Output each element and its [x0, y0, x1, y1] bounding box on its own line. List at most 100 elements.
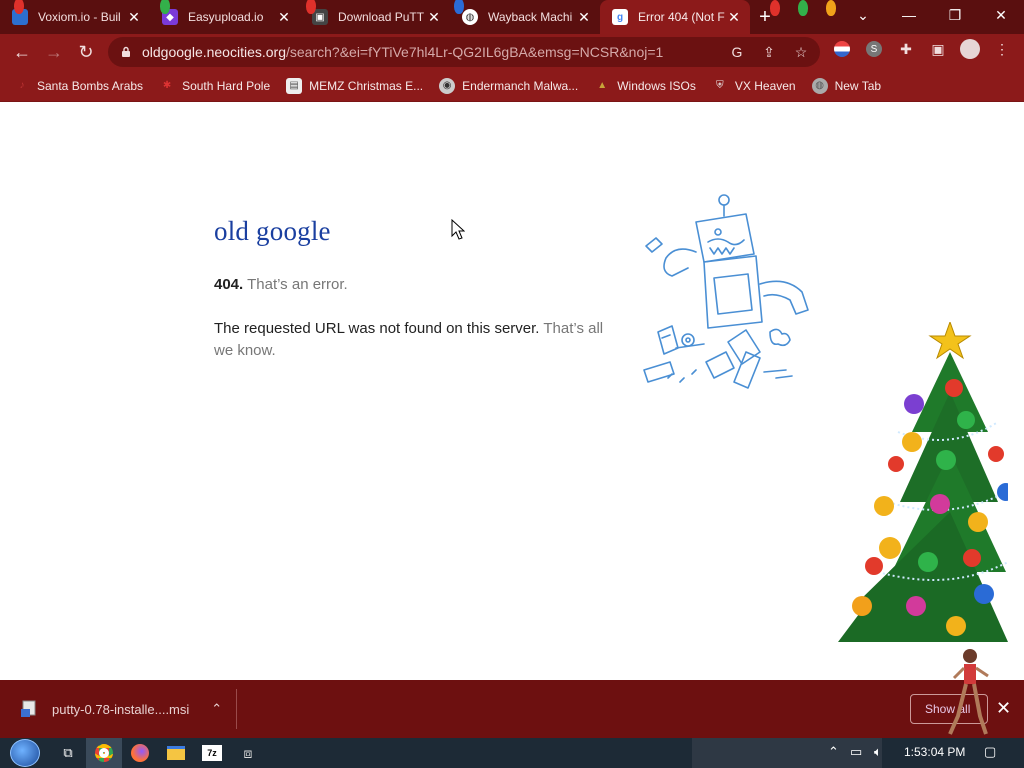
light-bulb-icon	[306, 0, 316, 14]
bookmark-label: MEMZ Christmas E...	[309, 78, 424, 93]
7zip-icon: 7z	[202, 745, 222, 761]
lock-icon	[122, 46, 130, 57]
page-content: old google 404. That’s an error. The req…	[0, 102, 1024, 680]
extension-flag-icon[interactable]	[828, 35, 856, 63]
bookmark-vx-heaven[interactable]: ⛨ VX Heaven	[712, 78, 796, 94]
bookmark-label: South Hard Pole	[182, 78, 271, 93]
volume-icon[interactable]: 🔈︎	[874, 744, 882, 760]
chevron-up-icon[interactable]: ⌃	[211, 701, 222, 717]
tab-search-chevron-icon[interactable]: ⌄	[840, 0, 886, 30]
folder-icon	[167, 746, 185, 760]
address-bar[interactable]: oldgoogle.neocities.org/search?&ei=fYTiV…	[108, 37, 820, 67]
screen: Voxiom.io - Buil ✕ ◆ Easyupload.io ✕ ▣ D…	[0, 0, 1024, 768]
tab-wayback[interactable]: ◍ Wayback Machi ✕	[450, 0, 600, 34]
google-favicon-icon: g	[612, 9, 628, 25]
url-host: oldgoogle.neocities.org	[142, 44, 286, 60]
close-window-button[interactable]: ✕	[978, 0, 1024, 30]
side-panel-icon[interactable]: ▣	[924, 35, 952, 63]
reload-icon[interactable]: ↻	[70, 36, 102, 68]
action-center-icon[interactable]: ▢	[984, 744, 996, 760]
bookmark-endermanch[interactable]: ◉ Endermanch Malwa...	[439, 77, 578, 94]
close-tab-icon[interactable]: ✕	[426, 9, 442, 25]
tab-title: Download PuTT	[338, 10, 425, 24]
broken-robot-illustration	[643, 194, 809, 389]
start-button[interactable]	[0, 738, 50, 768]
menu-kebab-icon[interactable]: ⋮	[988, 35, 1016, 63]
bookmark-label: Santa Bombs Arabs	[37, 78, 144, 93]
shield-icon: ⛨	[716, 80, 724, 91]
light-bulb-icon	[770, 0, 780, 16]
bookmark-label: Windows ISOs	[617, 78, 696, 93]
image-icon: ▤	[286, 77, 303, 94]
minimize-button[interactable]: —	[886, 0, 932, 30]
bookmark-star-icon[interactable]: ☆	[790, 41, 812, 63]
error-text: That’s an error.	[247, 276, 348, 293]
error-message: The requested URL was not found on this …	[214, 318, 614, 362]
taskbar-clock[interactable]: 1:53:04 PM	[904, 745, 965, 759]
tab-voxiom[interactable]: Voxiom.io - Buil ✕	[0, 0, 150, 34]
bookmark-new-tab[interactable]: ◍ New Tab	[811, 77, 882, 94]
taskbar-chrome[interactable]	[86, 738, 122, 768]
url-path: /search?&ei=fYTiVe7hl4Lr-QG2IL6gBA&emsg=…	[286, 44, 664, 60]
bookmark-label: VX Heaven	[734, 78, 796, 93]
elf-icon: ▲	[597, 80, 608, 91]
show-hidden-icons-chevron-icon[interactable]: ⌃	[828, 744, 839, 760]
download-filename: putty-0.78-installe....msi	[52, 701, 190, 717]
light-bulb-icon	[454, 0, 464, 14]
firefox-icon	[131, 744, 149, 762]
windows-orb-icon	[10, 739, 40, 767]
christmas-tree-illustration	[838, 322, 1008, 642]
taskbar-firefox[interactable]	[122, 738, 158, 768]
profile-s-icon[interactable]: S	[860, 35, 888, 63]
tab-title: Wayback Machi	[488, 10, 573, 24]
light-bulb-icon	[826, 0, 836, 16]
bookmark-santa-bombs[interactable]: ♪ Santa Bombs Arabs	[14, 78, 144, 94]
installer-file-icon	[21, 700, 36, 717]
snowflake-icon: ✱	[162, 80, 172, 91]
back-arrow-icon[interactable]: ←	[6, 36, 38, 68]
putty-icon: ⧈	[243, 744, 253, 761]
bookmark-south-hard-pole[interactable]: ✱ South Hard Pole	[159, 78, 270, 94]
share-icon[interactable]: ⇪	[758, 41, 780, 63]
forward-arrow-icon[interactable]: →	[38, 36, 70, 68]
light-bulb-icon	[14, 0, 24, 14]
chrome-icon	[95, 744, 113, 762]
url-text: oldgoogle.neocities.org/search?&ei=fYTiV…	[142, 44, 663, 60]
close-tab-icon[interactable]: ✕	[576, 9, 592, 25]
tab-error-404[interactable]: g Error 404 (Not F ✕	[600, 0, 750, 34]
close-tab-icon[interactable]: ✕	[276, 9, 292, 25]
extensions-puzzle-icon[interactable]: ✚	[892, 35, 920, 63]
tab-title: Easyupload.io	[188, 10, 264, 24]
bookmarks-bar: ♪ Santa Bombs Arabs ✱ South Hard Pole ▤ MEM…	[0, 70, 1024, 102]
taskbar-7zip[interactable]: 7z	[194, 738, 230, 768]
raccoon-icon: ◉	[439, 77, 456, 94]
light-bulb-icon	[160, 0, 170, 14]
old-google-logo[interactable]: old google	[214, 216, 331, 247]
windows-taskbar: ⧉ 7z ⧈ ⌃ ▭ 🔈︎ 1:53:04 PM ▢	[0, 738, 1024, 768]
tab-title: Error 404 (Not F	[638, 10, 725, 24]
close-download-bar-icon[interactable]: ✕	[996, 698, 1011, 719]
close-tab-icon[interactable]: ✕	[126, 9, 142, 25]
light-bulb-icon	[798, 0, 808, 16]
tab-easyupload[interactable]: ◆ Easyupload.io ✕	[150, 0, 300, 34]
tab-putty[interactable]: ▣ Download PuTT ✕	[300, 0, 450, 34]
download-bar: putty-0.78-installe....msi ⌃ Show all ✕	[0, 649, 1024, 738]
bookmark-windows-isos[interactable]: ▲ Windows ISOs	[594, 78, 696, 94]
taskbar-file-explorer[interactable]	[158, 738, 194, 768]
mouse-cursor-icon	[451, 219, 465, 240]
ornament-icon: ♪	[19, 80, 25, 91]
task-view-icon: ⧉	[63, 745, 73, 760]
close-tab-icon[interactable]: ✕	[726, 9, 742, 25]
taskbar-putty[interactable]: ⧈	[230, 738, 266, 768]
task-view-button[interactable]: ⧉	[50, 738, 86, 768]
download-item[interactable]: putty-0.78-installe....msi ⌃	[0, 689, 237, 729]
bookmark-label: New Tab	[834, 78, 882, 93]
bookmark-memz[interactable]: ▤ MEMZ Christmas E...	[286, 77, 424, 94]
google-lens-icon[interactable]: G	[726, 41, 748, 63]
network-icon[interactable]: ▭	[850, 744, 862, 760]
account-avatar-icon[interactable]	[956, 35, 984, 63]
globe-favicon-icon: ◍	[462, 9, 478, 25]
restore-button[interactable]: ❐	[932, 0, 978, 30]
error-heading: 404. That’s an error.	[214, 276, 348, 293]
tab-title: Voxiom.io - Buil	[38, 10, 121, 24]
